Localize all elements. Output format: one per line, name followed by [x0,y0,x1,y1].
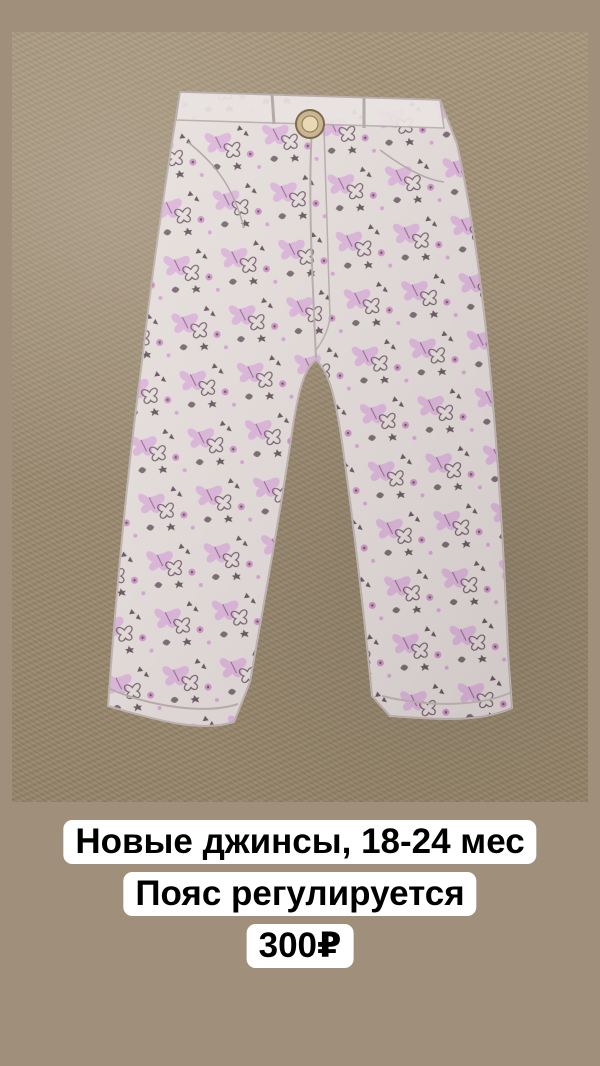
pants-shape [106,90,514,727]
caption-price: 300₽ [246,924,354,968]
pants-illustration [106,90,514,727]
caption-waistband-note: Пояс регулируется [123,872,477,916]
story-frame: Новые джинсы, 18-24 мес Пояс регулируетс… [0,0,600,1066]
caption-title: Новые джинсы, 18-24 мес [63,820,537,864]
product-photo [12,32,588,802]
